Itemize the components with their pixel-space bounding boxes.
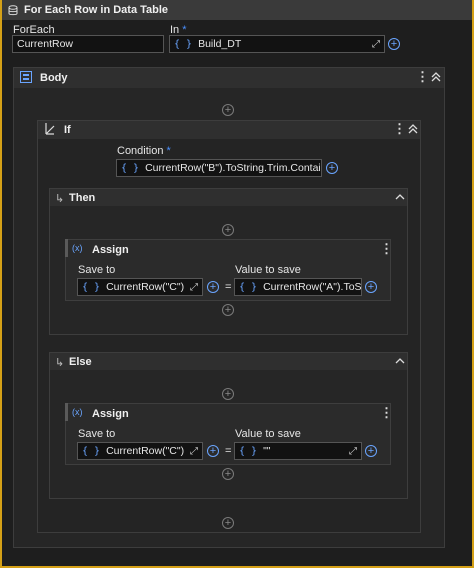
then-save-to-plus-icon[interactable]: + <box>207 281 219 293</box>
sequence-icon <box>20 71 32 83</box>
else-save-to-value: CurrentRow("C") <box>106 445 185 457</box>
if-header[interactable] <box>38 121 420 139</box>
in-plus-icon[interactable]: + <box>388 38 400 50</box>
body-label: Body <box>40 72 68 84</box>
value-to-save-label: Value to save <box>235 428 301 440</box>
then-label: Then <box>69 192 96 204</box>
add-activity-icon[interactable]: + <box>222 468 234 480</box>
equals-sign: = <box>225 445 232 457</box>
card-accent <box>65 239 68 257</box>
curly-braces-icon: { } <box>121 162 140 174</box>
assign-icon: (x) <box>72 407 83 417</box>
add-activity-icon[interactable]: + <box>222 388 234 400</box>
else-assign-label: Assign <box>92 408 129 420</box>
else-value-text: "" <box>263 445 271 457</box>
then-save-to-value: CurrentRow("C") <box>106 281 185 293</box>
save-to-label: Save to <box>78 428 116 440</box>
expand-icon[interactable]: ⤢ <box>190 446 198 457</box>
value-to-save-label: Value to save <box>235 264 301 276</box>
if-label: If <box>64 124 71 136</box>
database-icon <box>8 4 18 15</box>
then-save-to-input[interactable]: { } CurrentRow("C") ⤢ <box>77 278 203 296</box>
body-collapse-icon[interactable] <box>431 72 441 82</box>
expand-icon[interactable]: ⤢ <box>372 39 380 50</box>
body-menu-icon[interactable]: ⋮ <box>416 70 429 83</box>
in-input[interactable]: { } Build_DT ⤢ <box>169 35 385 53</box>
body-header[interactable] <box>14 68 444 88</box>
else-save-to-input[interactable]: { } CurrentRow("C") ⤢ <box>77 442 203 460</box>
condition-plus-icon[interactable]: + <box>326 162 338 174</box>
else-assign-menu-icon[interactable]: ⋮ <box>380 406 393 419</box>
curly-braces-icon: { } <box>174 38 193 50</box>
then-value-input[interactable]: { } CurrentRow("A").ToStri ⤢ <box>234 278 362 296</box>
foreach-value: CurrentRow <box>17 38 74 50</box>
then-assign-label: Assign <box>92 244 129 256</box>
condition-input[interactable]: { } CurrentRow("B").ToString.Trim.Contai… <box>116 159 322 177</box>
expand-icon[interactable]: ⤢ <box>190 282 198 293</box>
curly-braces-icon: { } <box>82 445 101 457</box>
card-accent <box>65 403 68 421</box>
else-value-plus-icon[interactable]: + <box>365 445 377 457</box>
if-menu-icon[interactable]: ⋮ <box>393 122 406 135</box>
then-collapse-icon[interactable] <box>395 193 405 201</box>
save-to-label: Save to <box>78 264 116 276</box>
foreach-input[interactable]: CurrentRow <box>12 35 164 53</box>
else-arrow-icon: ↳ <box>55 357 65 369</box>
else-value-input[interactable]: { } "" ⤢ <box>234 442 362 460</box>
curly-braces-icon: { } <box>239 445 258 457</box>
then-assign-menu-icon[interactable]: ⋮ <box>380 242 393 255</box>
activity-title-bar[interactable]: For Each Row in Data Table <box>2 0 472 20</box>
else-save-to-plus-icon[interactable]: + <box>207 445 219 457</box>
else-label: Else <box>69 356 92 368</box>
add-activity-icon[interactable]: + <box>222 304 234 316</box>
then-value-plus-icon[interactable]: + <box>365 281 377 293</box>
add-activity-icon[interactable]: + <box>222 517 234 529</box>
condition-label-text: Condition <box>117 145 164 157</box>
then-value-text: CurrentRow("A").ToStri <box>263 281 362 293</box>
then-header[interactable] <box>50 189 407 206</box>
condition-label: Condition * <box>117 145 171 157</box>
equals-sign: = <box>225 281 232 293</box>
if-branch-icon <box>45 123 55 135</box>
activity-title: For Each Row in Data Table <box>24 4 169 16</box>
condition-required-mark: * <box>166 145 171 157</box>
add-activity-icon[interactable]: + <box>222 224 234 236</box>
if-collapse-icon[interactable] <box>408 124 418 134</box>
then-arrow-icon: ↳ <box>55 193 65 205</box>
assign-icon: (x) <box>72 243 83 253</box>
add-activity-icon[interactable]: + <box>222 104 234 116</box>
expand-icon[interactable]: ⤢ <box>349 446 357 457</box>
curly-braces-icon: { } <box>82 281 101 293</box>
else-header[interactable] <box>50 353 407 370</box>
curly-braces-icon: { } <box>239 281 258 293</box>
in-value: Build_DT <box>198 38 242 50</box>
condition-value: CurrentRow("B").ToString.Trim.Contains("… <box>145 162 321 174</box>
else-collapse-icon[interactable] <box>395 357 405 365</box>
